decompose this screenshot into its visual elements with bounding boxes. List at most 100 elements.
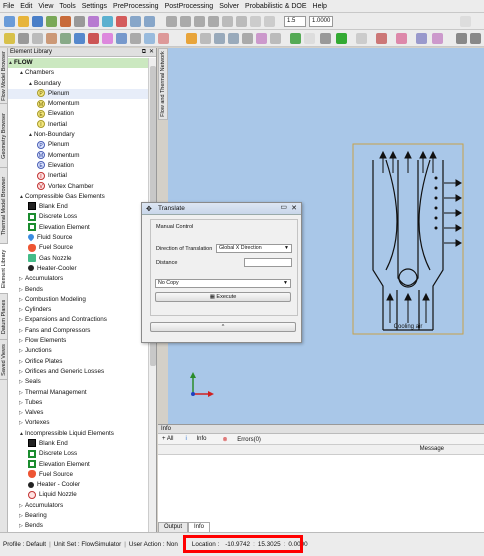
tree-item-tubes[interactable]: ▷ Tubes: [8, 398, 148, 408]
delete-icon[interactable]: [116, 16, 127, 27]
tree-item-fluid-source[interactable]: Fluid Source: [8, 233, 148, 243]
tree-item-bends[interactable]: ▷ Bends: [8, 521, 148, 531]
tree-item-heater-cooler[interactable]: Heater-Cooler: [8, 264, 148, 274]
open-icon[interactable]: [18, 16, 29, 27]
tab-geometry-browser[interactable]: Geometry Browser: [0, 104, 8, 168]
filter-all-button[interactable]: + All: [158, 436, 178, 442]
close-icon[interactable]: ✕: [149, 48, 154, 57]
zoom-out-icon[interactable]: [180, 16, 191, 27]
tools-icon[interactable]: [158, 33, 169, 44]
eye-icon[interactable]: [214, 33, 225, 44]
filter-info-button[interactable]: i Info: [178, 436, 215, 442]
tree-item-inertial[interactable]: I Inertial: [8, 120, 148, 130]
tree-item-vortex-chamber[interactable]: V Vortex Chamber: [8, 181, 148, 192]
refresh-icon[interactable]: [242, 33, 253, 44]
distance-input[interactable]: [244, 258, 292, 267]
tab-info[interactable]: Info: [188, 522, 211, 532]
execute-button[interactable]: ▦ Execute: [155, 292, 291, 302]
solver-settings-icon[interactable]: [304, 33, 315, 44]
save-icon[interactable]: [32, 16, 43, 27]
tree-item-valves[interactable]: ▷ Valves: [8, 408, 148, 418]
tab-element-library[interactable]: Element Library: [0, 244, 8, 294]
tree-item-accumulators[interactable]: ▷ Accumulators: [8, 501, 148, 511]
copy-icon[interactable]: [144, 33, 155, 44]
align-icon[interactable]: [116, 33, 127, 44]
tree-item-plenum[interactable]: P Plenum: [8, 88, 148, 100]
run-icon[interactable]: [320, 33, 331, 44]
tree-item-vortexes[interactable]: ▷ Vortexes: [8, 418, 148, 428]
menu-solver[interactable]: Solver: [216, 3, 242, 10]
magnet-icon[interactable]: [102, 33, 113, 44]
tree-item-discrete-loss[interactable]: Discrete Loss: [8, 449, 148, 459]
zoom-in-icon[interactable]: [166, 16, 177, 27]
menu-settings[interactable]: Settings: [79, 3, 110, 10]
zoom-fit-icon[interactable]: [194, 16, 205, 27]
snap-icon[interactable]: [264, 16, 275, 27]
tab-thermal-model-browser[interactable]: Thermal Model Browser: [0, 168, 8, 244]
tree-item-fuel-source[interactable]: Fuel Source: [8, 243, 148, 253]
table-icon[interactable]: [356, 33, 367, 44]
report-icon[interactable]: [376, 33, 387, 44]
direction-select[interactable]: Global X Direction ▼: [216, 244, 292, 253]
plot-icon[interactable]: [432, 33, 443, 44]
edit-tool-icon[interactable]: [46, 33, 57, 44]
probe-icon[interactable]: [416, 33, 427, 44]
node-tool-icon[interactable]: [18, 33, 29, 44]
color-icon[interactable]: [186, 33, 197, 44]
group-icon[interactable]: [60, 33, 71, 44]
tree-item-bearing[interactable]: ▷ Bearing: [8, 511, 148, 521]
tab-flow-model-browser[interactable]: Flow Model Browser: [0, 48, 8, 104]
tree-item-orifice-plates[interactable]: ▷ Orifice Plates: [8, 357, 148, 367]
tree-item-compressible-gas-elements[interactable]: ▲Compressible Gas Elements: [8, 192, 148, 202]
message-column-header[interactable]: Message: [420, 446, 444, 452]
redo-icon[interactable]: [144, 16, 155, 27]
tree-item-seals[interactable]: ▷ Seals: [8, 377, 148, 387]
tree-item-blank-end[interactable]: Blank End: [8, 439, 148, 449]
measure-icon[interactable]: [270, 33, 281, 44]
tab-flow-and-thermal-network[interactable]: Flow and Thermal Network: [158, 48, 168, 120]
check-icon[interactable]: [290, 33, 301, 44]
tree-item-junctions[interactable]: ▷ Junctions: [8, 346, 148, 356]
menu-edit[interactable]: Edit: [17, 3, 35, 10]
zoom-field[interactable]: 1.5: [284, 16, 306, 27]
tree-item-elevation-element[interactable]: Elevation Element: [8, 459, 148, 470]
tab-output[interactable]: Output: [158, 522, 189, 532]
minimize-icon[interactable]: ▭: [280, 202, 287, 214]
tree-item-elevation-element[interactable]: Elevation Element: [8, 223, 148, 233]
layout-2-icon[interactable]: [470, 33, 481, 44]
tab-datum-planes[interactable]: Datum Planes: [0, 294, 8, 340]
tree-item-bends[interactable]: ▷ Bends: [8, 285, 148, 295]
tree-root-flow[interactable]: ▲FLOW: [8, 58, 148, 69]
select-icon[interactable]: [250, 16, 261, 27]
filter-errors-button[interactable]: ⊗ Errors(0): [215, 436, 269, 443]
pan-icon[interactable]: [236, 16, 247, 27]
tree-item-inertial[interactable]: I Inertial: [8, 171, 148, 181]
undo-icon[interactable]: [130, 16, 141, 27]
tree-item-incompressible-liquid-elements[interactable]: ▲Incompressible Liquid Elements: [8, 429, 148, 439]
tree-item-combustion-modeling[interactable]: ▷ Combustion Modeling: [8, 295, 148, 305]
tree-item-accumulators[interactable]: ▷ Accumulators: [8, 274, 148, 284]
layout-icon[interactable]: [456, 33, 467, 44]
tree-item-boundary[interactable]: ▲Boundary: [8, 79, 148, 89]
chain-icon[interactable]: [200, 33, 211, 44]
print-icon[interactable]: [74, 16, 85, 27]
arrow-tool-icon[interactable]: [460, 16, 471, 27]
menu-preprocessing[interactable]: PreProcessing: [110, 3, 162, 10]
collapse-button[interactable]: ^: [150, 322, 296, 332]
tree-item-thermal-management[interactable]: ▷ Thermal Management: [8, 388, 148, 398]
tree-item-fans-and-compressors[interactable]: ▷ Fans and Compressors: [8, 326, 148, 336]
tree-item-orifices-and-generic-losses[interactable]: ▷ Orifices and Generic Losses: [8, 367, 148, 377]
break-icon[interactable]: [88, 33, 99, 44]
connect-icon[interactable]: [74, 33, 85, 44]
close-icon[interactable]: ✕: [291, 203, 297, 215]
tree-item-elevation[interactable]: E Elevation: [8, 161, 148, 171]
tree-item-expansions-and-contractions[interactable]: ▷ Expansions and Contractions: [8, 315, 148, 325]
tree-item-momentum[interactable]: M Momentum: [8, 151, 148, 161]
mesh-icon[interactable]: [102, 16, 113, 27]
line-tool-icon[interactable]: [4, 33, 15, 44]
new-icon[interactable]: [4, 16, 15, 27]
copy-select[interactable]: No Copy ▼: [155, 279, 291, 288]
export-icon[interactable]: [60, 16, 71, 27]
graph-icon[interactable]: [396, 33, 407, 44]
tree-item-chambers[interactable]: ▲Chambers: [8, 68, 148, 78]
